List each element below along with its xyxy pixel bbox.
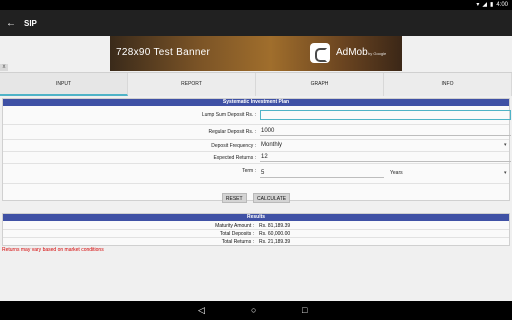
row-divider	[3, 163, 509, 164]
battery-icon: ▮	[490, 2, 494, 8]
plan-heading: Systematic Investment Plan	[3, 99, 509, 106]
result-row: Total Returns : Rs. 21,189.39	[3, 238, 509, 246]
ad-area: 728x90 Test Banner AdMob by Google x	[0, 36, 512, 72]
result-row: Total Deposits : Rs. 60,000.00	[3, 230, 509, 238]
nav-recents-icon[interactable]: □	[302, 305, 307, 315]
row-divider	[3, 183, 509, 184]
ad-brand: AdMob	[336, 47, 368, 58]
ad-banner[interactable]: 728x90 Test Banner AdMob by Google	[110, 36, 402, 71]
lump-sum-input[interactable]	[260, 110, 511, 120]
tab-input[interactable]: INPUT	[0, 73, 128, 96]
arrow-back-icon[interactable]: ←	[0, 18, 22, 29]
admob-logo-icon	[310, 43, 330, 63]
regular-deposit-input[interactable]: 1000	[260, 126, 511, 136]
signal-icon: ◢	[482, 2, 487, 8]
expected-returns-row: Expected Returns : 12	[3, 152, 511, 164]
term-row: Term : 5 Years ▾	[3, 166, 509, 184]
calculate-button[interactable]: CALCULATE	[253, 193, 291, 203]
expected-returns-label: Expected Returns :	[213, 155, 256, 161]
app-title: SIP	[24, 18, 37, 28]
ad-brand-sub: by Google	[368, 51, 387, 56]
tab-info[interactable]: INFO	[384, 73, 512, 96]
reset-button[interactable]: RESET	[221, 193, 247, 203]
plan-panel: Systematic Investment Plan Lump Sum Depo…	[2, 98, 511, 203]
total-returns-value: Rs. 21,189.39	[259, 239, 291, 245]
nav-home-icon[interactable]: ○	[251, 305, 256, 315]
term-input[interactable]: 5	[260, 168, 384, 178]
results-heading: Results	[3, 214, 509, 221]
system-nav-bar: ◁ ○ □	[0, 301, 512, 320]
lump-sum-label: Lump Sum Deposit Rs. :	[201, 112, 256, 118]
total-returns-label: Total Returns :	[221, 239, 254, 245]
status-icons: ▾ ◢ ▮ 4:00	[476, 1, 508, 9]
tab-graph[interactable]: GRAPH	[256, 73, 384, 96]
frequency-select[interactable]: Monthly	[260, 140, 511, 150]
term-label: Term :	[242, 168, 256, 174]
tab-bar: INPUT REPORT GRAPH INFO	[0, 72, 512, 96]
expected-returns-input[interactable]: 12	[260, 152, 511, 162]
disclaimer-note: Returns may vary based on market conditi…	[2, 247, 104, 253]
frequency-row: Deposit Frequency : Monthly ▾	[3, 140, 509, 152]
app-bar: ← SIP	[0, 10, 512, 36]
results-panel: Results Maturity Amount : Rs. 81,189.39 …	[2, 213, 510, 246]
regular-deposit-row: Regular Deposit Rs. : 1000	[3, 125, 511, 140]
chevron-down-icon[interactable]: ▾	[504, 142, 507, 148]
action-buttons: RESET CALCULATE	[3, 187, 509, 205]
chevron-down-icon[interactable]: ▾	[504, 170, 507, 176]
term-unit-select[interactable]: Years	[389, 168, 509, 178]
result-row: Maturity Amount : Rs. 81,189.39	[3, 222, 509, 230]
lump-sum-row: Lump Sum Deposit Rs. :	[3, 109, 511, 125]
ad-text: 728x90 Test Banner	[116, 47, 211, 58]
regular-deposit-label: Regular Deposit Rs. :	[208, 129, 256, 135]
tab-report[interactable]: REPORT	[128, 73, 256, 96]
frequency-label: Deposit Frequency :	[211, 143, 256, 149]
status-time: 4:00	[496, 1, 508, 8]
status-bar: ▾ ◢ ▮ 4:00	[0, 0, 512, 10]
ad-close-icon[interactable]: x	[0, 64, 8, 71]
wifi-icon: ▾	[476, 2, 480, 8]
nav-back-icon[interactable]: ◁	[198, 305, 205, 315]
